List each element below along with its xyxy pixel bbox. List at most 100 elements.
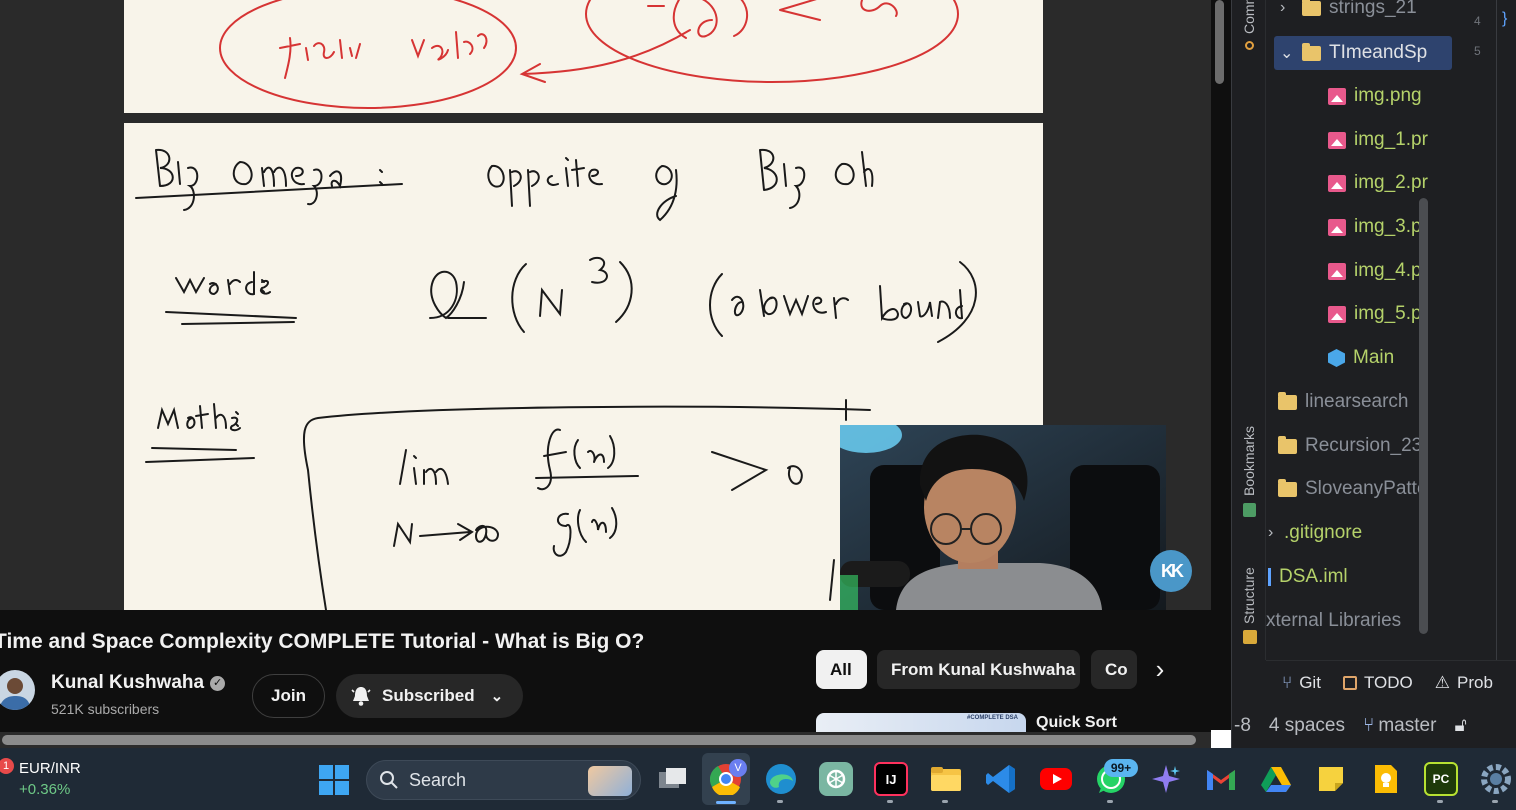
- git-branch-icon: ⑂: [1282, 672, 1293, 692]
- ticker-change[interactable]: +0.36%: [19, 781, 70, 798]
- next-video-thumbnail[interactable]: #COMPLETE DSA: [816, 713, 1026, 733]
- unlock-icon[interactable]: 🔓︎: [1454, 715, 1466, 737]
- chatgpt-icon[interactable]: [819, 762, 853, 796]
- tab-commit[interactable]: Commit: [1241, 0, 1257, 34]
- tree-item-label: strings_21: [1329, 0, 1417, 18]
- page-scrollbar[interactable]: [1211, 0, 1231, 730]
- file-explorer-icon[interactable]: [929, 762, 963, 796]
- running-indicator: [942, 800, 948, 803]
- tree-item-strings[interactable]: › strings_21: [1280, 0, 1417, 20]
- tree-item-gitignore[interactable]: › .gitignore: [1268, 521, 1362, 545]
- red-text-finite-value: [279, 31, 488, 79]
- tree-item-img[interactable]: img.png: [1328, 84, 1422, 108]
- status-encoding[interactable]: -8: [1234, 715, 1251, 737]
- tree-item-img-4[interactable]: img_4.pr: [1328, 259, 1428, 283]
- colon-1: [379, 169, 383, 185]
- taskbar-search[interactable]: Search: [366, 760, 641, 800]
- keep-notes-icon[interactable]: [1369, 762, 1403, 796]
- tab-git[interactable]: ⑂ Git: [1282, 673, 1321, 693]
- copilot-icon[interactable]: [1149, 762, 1183, 796]
- video-title: Time and Space Complexity COMPLETE Tutor…: [0, 630, 645, 653]
- edge-icon[interactable]: [764, 762, 798, 796]
- tree-item-recursion[interactable]: Recursion_23: [1278, 434, 1422, 458]
- tree-item-external-libraries[interactable]: xternal Libraries: [1266, 609, 1401, 633]
- image-file-icon: [1328, 87, 1346, 105]
- windows-taskbar: 1 EUR/INR +0.36% Search V IJ 99+ PC: [0, 748, 1516, 810]
- next-video-title[interactable]: Quick Sort: [1036, 714, 1117, 732]
- tab-bookmarks[interactable]: Bookmarks: [1241, 426, 1257, 496]
- pycharm-icon[interactable]: PC: [1424, 762, 1458, 796]
- tab-structure[interactable]: Structure: [1241, 567, 1257, 624]
- chevron-right-icon[interactable]: ›: [1280, 0, 1294, 17]
- tree-item-img-3[interactable]: img_3.pr: [1328, 215, 1428, 239]
- exponent-3: [589, 256, 608, 284]
- text-n-to-infinity: [393, 521, 500, 547]
- tree-item-label: img.png: [1354, 85, 1422, 106]
- bookmark-icon[interactable]: [1243, 503, 1256, 517]
- webcam-overlay: [840, 425, 1166, 610]
- search-label: Search: [409, 769, 467, 790]
- commit-icon[interactable]: [1245, 41, 1254, 50]
- problems-icon: ⚠: [1434, 672, 1450, 692]
- tab-todo[interactable]: TODO: [1342, 673, 1413, 693]
- status-indent[interactable]: 4 spaces: [1269, 715, 1345, 737]
- ticker-symbol[interactable]: EUR/INR: [19, 760, 81, 777]
- tree-item-img-1[interactable]: img_1.pr: [1328, 128, 1428, 152]
- video-player[interactable]: KK: [0, 0, 1211, 610]
- sticky-notes-icon[interactable]: [1314, 762, 1348, 796]
- tree-item-sloveanypatte[interactable]: SloveanyPatte: [1278, 477, 1428, 501]
- chip-co[interactable]: Co: [1091, 650, 1137, 689]
- settings-gear-icon[interactable]: [1479, 762, 1513, 796]
- channel-avatar[interactable]: [0, 670, 35, 710]
- running-indicator: [1107, 800, 1113, 803]
- right-margin-line: [829, 559, 835, 601]
- horizontal-scrollbar-thumb[interactable]: [2, 735, 1196, 745]
- editor-edge: [1496, 0, 1516, 660]
- chevron-right-icon: ›: [1268, 524, 1274, 541]
- join-button[interactable]: Join: [252, 674, 325, 718]
- red-arrow: [519, 29, 691, 83]
- tree-item-linearsearch[interactable]: linearsearch: [1278, 390, 1409, 414]
- chevron-right-icon[interactable]: ›: [1140, 650, 1180, 689]
- task-view-icon[interactable]: [656, 762, 690, 796]
- tree-scrollbar-thumb[interactable]: [1419, 198, 1428, 634]
- tree-item-main[interactable]: Main: [1328, 346, 1394, 370]
- youtube-icon[interactable]: [1039, 762, 1073, 796]
- intellij-icon[interactable]: IJ: [874, 762, 908, 796]
- thumbnail-text: #COMPLETE DSA: [966, 715, 1018, 721]
- git-branch-icon: ⑂: [1362, 715, 1375, 736]
- tree-item-label: Main: [1353, 347, 1395, 368]
- tree-item-label: TImeandSp: [1329, 42, 1428, 63]
- chip-all[interactable]: All: [816, 650, 867, 689]
- tree-item-label: SloveanyPatte: [1305, 478, 1428, 499]
- vscode-icon[interactable]: [984, 762, 1018, 796]
- chevron-down-icon[interactable]: ⌄: [1280, 43, 1294, 63]
- active-indicator: [716, 801, 736, 804]
- image-file-icon: [1328, 262, 1346, 280]
- tab-git-label: Git: [1299, 672, 1321, 692]
- tree-item-dsa-iml[interactable]: DSA.iml: [1268, 565, 1348, 589]
- heading-words: [175, 271, 271, 296]
- text-g-of-n: [552, 507, 618, 557]
- underline-words: [165, 311, 297, 325]
- tree-item-label: DSA.iml: [1279, 566, 1348, 587]
- google-drive-icon[interactable]: [1259, 762, 1293, 796]
- tree-item-img-2[interactable]: img_2.pr: [1328, 171, 1428, 195]
- page-scrollbar-thumb[interactable]: [1215, 0, 1224, 84]
- whatsapp-unread-badge: 99+: [1104, 759, 1138, 777]
- tree-item-label: .gitignore: [1284, 522, 1363, 543]
- tree-item-img-5[interactable]: img_5.pr: [1328, 302, 1428, 326]
- chevron-down-icon: ⌄: [490, 688, 504, 705]
- tab-problems[interactable]: ⚠ Prob: [1435, 673, 1493, 693]
- chip-from-channel[interactable]: From Kunal Kushwaha: [877, 650, 1080, 689]
- subscribed-button[interactable]: Subscribed ⌄: [336, 674, 523, 718]
- video-info-section: Time and Space Complexity COMPLETE Tutor…: [0, 610, 1211, 733]
- notification-bell-icon: [351, 687, 371, 706]
- gmail-icon[interactable]: [1204, 762, 1238, 796]
- channel-name[interactable]: Kunal Kushwaha: [51, 672, 204, 694]
- windows-start-icon[interactable]: [319, 765, 349, 795]
- tree-item-timeandsp[interactable]: ⌄ TImeandSp: [1274, 36, 1452, 70]
- status-branch[interactable]: ⑂ master: [1363, 715, 1436, 737]
- structure-icon[interactable]: [1243, 630, 1257, 644]
- ticker-badge: 1: [0, 758, 14, 774]
